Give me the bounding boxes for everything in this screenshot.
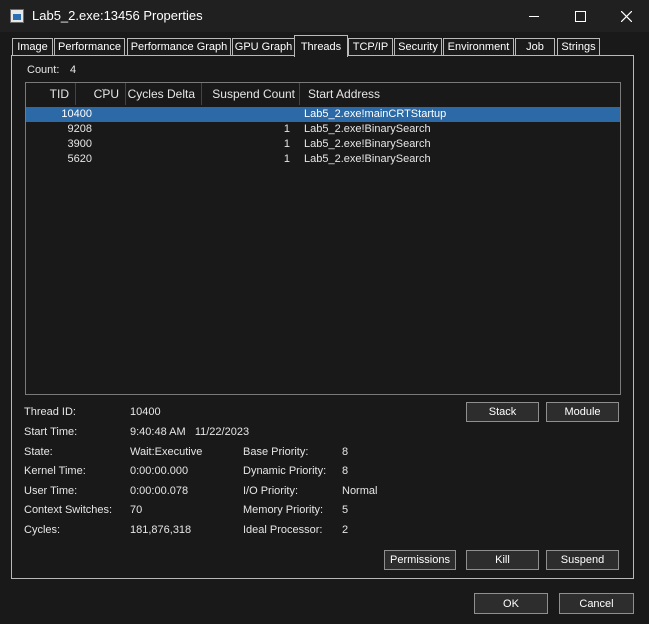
thread-start-address: Lab5_2.exe!BinarySearch xyxy=(304,153,431,165)
ok-button[interactable]: OK xyxy=(474,593,548,614)
column-start-address[interactable]: Start Address xyxy=(300,83,619,105)
thread-tid: 10400 xyxy=(61,108,92,120)
app-icon xyxy=(10,9,24,23)
tab-performance[interactable]: Performance xyxy=(54,38,125,55)
dynamic-priority-value: 8 xyxy=(342,465,349,477)
thread-row[interactable]: 9208 1 Lab5_2.exe!BinarySearch xyxy=(26,122,620,137)
start-time-value: 9:40:48 AM 11/22/2023 xyxy=(130,426,250,438)
memory-priority-value: 5 xyxy=(342,504,349,516)
window-title: Lab5_2.exe:13456 Properties xyxy=(32,8,203,23)
cancel-button[interactable]: Cancel xyxy=(559,593,634,614)
tab-image[interactable]: Image xyxy=(12,38,53,55)
io-priority-label: I/O Priority: xyxy=(243,485,299,497)
user-time-value: 0:00:00.078 xyxy=(130,485,189,497)
thread-row[interactable]: 5620 1 Lab5_2.exe!BinarySearch xyxy=(26,152,620,167)
column-suspend-count[interactable]: Suspend Count xyxy=(202,83,300,105)
thread-suspend-count: 1 xyxy=(283,123,290,135)
dynamic-priority-label: Dynamic Priority: xyxy=(243,465,327,477)
thread-start-address: Lab5_2.exe!BinarySearch xyxy=(304,123,431,135)
user-time-label: User Time: xyxy=(24,485,78,497)
cycles-value: 181,876,318 xyxy=(130,524,192,536)
thread-start-address: Lab5_2.exe!BinarySearch xyxy=(304,138,431,150)
cycles-label: Cycles: xyxy=(24,524,61,536)
kernel-time-label: Kernel Time: xyxy=(24,465,86,477)
stack-button[interactable]: Stack xyxy=(466,402,539,422)
context-switches-value: 70 xyxy=(130,504,143,516)
kill-button[interactable]: Kill xyxy=(466,550,539,570)
thread-start-address: Lab5_2.exe!mainCRTStartup xyxy=(304,108,447,120)
thread-row[interactable]: 3900 1 Lab5_2.exe!BinarySearch xyxy=(26,137,620,152)
tab-environment[interactable]: Environment xyxy=(443,38,514,55)
start-time-label: Start Time: xyxy=(24,426,78,438)
maximize-icon xyxy=(574,10,586,22)
suspend-button[interactable]: Suspend xyxy=(546,550,619,570)
tab-strings[interactable]: Strings xyxy=(557,38,600,55)
context-switches-label: Context Switches: xyxy=(24,504,113,516)
tab-job[interactable]: Job xyxy=(515,38,555,55)
thread-suspend-count: 1 xyxy=(283,153,290,165)
io-priority-value: Normal xyxy=(342,485,378,497)
column-cycles-delta[interactable]: Cycles Delta xyxy=(126,83,202,105)
minimize-icon xyxy=(529,15,539,17)
module-button[interactable]: Module xyxy=(546,402,619,422)
tab-tcpip[interactable]: TCP/IP xyxy=(348,38,393,55)
state-label: State: xyxy=(24,446,53,458)
column-tid[interactable]: TID xyxy=(26,83,76,105)
memory-priority-label: Memory Priority: xyxy=(243,504,324,516)
tab-performance-graph[interactable]: Performance Graph xyxy=(127,38,231,55)
thread-id-value: 10400 xyxy=(130,406,161,418)
thread-row[interactable]: 10400 Lab5_2.exe!mainCRTStartup xyxy=(26,107,620,122)
base-priority-label: Base Priority: xyxy=(243,446,309,458)
ideal-processor-value: 2 xyxy=(342,524,349,536)
minimize-button[interactable] xyxy=(511,0,557,32)
count-label: Count: xyxy=(27,64,60,76)
count-value: 4 xyxy=(70,64,77,76)
thread-suspend-count: 1 xyxy=(283,138,290,150)
tab-gpu-graph[interactable]: GPU Graph xyxy=(232,38,295,55)
permissions-button[interactable]: Permissions xyxy=(384,550,456,570)
thread-id-label: Thread ID: xyxy=(24,406,76,418)
close-icon xyxy=(620,10,632,22)
maximize-button[interactable] xyxy=(557,0,603,32)
tab-threads[interactable]: Threads xyxy=(294,35,348,57)
base-priority-value: 8 xyxy=(342,446,349,458)
close-button[interactable] xyxy=(603,0,649,32)
ideal-processor-label: Ideal Processor: xyxy=(243,524,323,536)
tab-security[interactable]: Security xyxy=(394,38,442,55)
sort-arrow-icon: ⌄ xyxy=(100,83,108,93)
kernel-time-value: 0:00:00.000 xyxy=(130,465,189,477)
state-value: Wait:Executive xyxy=(130,446,203,458)
